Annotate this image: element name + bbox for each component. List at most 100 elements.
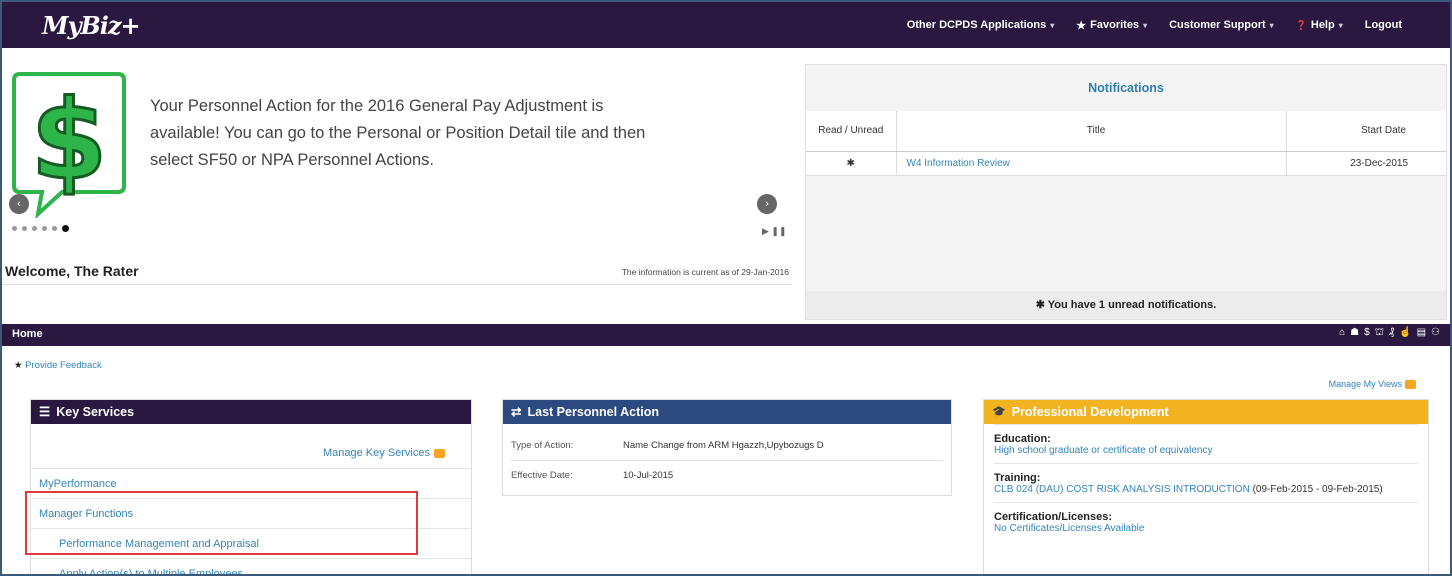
top-navigation-bar: MyBiz+ Other DCPDS Applications ▾ ★ Favo… <box>2 2 1450 48</box>
professional-development-panel: 🎓 Professional Development Education: Hi… <box>983 399 1429 574</box>
nav-customer-support[interactable]: Customer Support ▾ <box>1169 19 1274 31</box>
chevron-down-icon: ▾ <box>1143 20 1148 30</box>
graduation-cap-icon: 🎓 <box>992 406 1006 418</box>
user-icon[interactable]: ☗ <box>1350 327 1359 340</box>
comment-icon <box>434 448 445 458</box>
carousel-dot-active[interactable] <box>62 225 69 232</box>
key-service-performance-management[interactable]: Performance Management and Appraisal <box>31 528 471 558</box>
nav-logout-label: Logout <box>1364 19 1402 31</box>
table-row: ✱ W4 Information Review 23-Dec-2015 <box>806 151 1446 176</box>
provide-feedback-link[interactable]: ★ Provide Feedback <box>14 360 102 371</box>
notifications-title: Notifications <box>1088 81 1164 95</box>
home-icon[interactable]: ⌂ <box>1339 327 1345 340</box>
document-icon[interactable]: ▤ <box>1417 327 1426 340</box>
nav-favorites[interactable]: ★ Favorites ▾ <box>1076 19 1147 32</box>
unread-notifications-summary: ✱ You have 1 unread notifications. <box>806 291 1446 319</box>
key-service-apply-actions[interactable]: Apply Action(s) to Multiple Employees <box>31 558 471 574</box>
chevron-down-icon: ▾ <box>1050 20 1055 30</box>
nav-help[interactable]: ❓ Help ▾ <box>1296 19 1343 31</box>
asterisk-icon: ✱ <box>1035 299 1045 311</box>
chevron-down-icon: ▾ <box>1269 20 1274 30</box>
column-header-read-unread[interactable]: Read / Unread <box>806 111 897 152</box>
manage-key-services-link[interactable]: Manage Key Services <box>31 424 471 468</box>
certification-link[interactable]: No Certificates/Licenses Available <box>994 523 1418 535</box>
data-current-as-of: The information is current as of 29-Jan-… <box>621 267 789 277</box>
notification-start-date: 23-Dec-2015 <box>1285 151 1446 176</box>
type-of-action-row: Type of Action: Name Change from ARM Hga… <box>511 430 943 460</box>
provide-feedback-label: Provide Feedback <box>25 360 102 371</box>
certification-label: Certification/Licenses: <box>994 511 1112 523</box>
org-chart-icon[interactable]: ⚇ <box>1431 327 1440 340</box>
mybiz-logo[interactable]: MyBiz+ <box>42 11 141 40</box>
carousel-next-button[interactable]: › <box>757 194 777 214</box>
nav-other-dcpds-applications[interactable]: Other DCPDS Applications ▾ <box>907 19 1055 31</box>
carousel-dot[interactable] <box>42 226 47 231</box>
notification-link[interactable]: W4 Information Review <box>907 158 1010 169</box>
help-icon: ❓ <box>1295 19 1307 30</box>
education-section: Education: High school graduate or certi… <box>994 424 1418 463</box>
page-title: Home <box>12 328 43 340</box>
nav-customer-support-label: Customer Support <box>1169 19 1266 31</box>
notifications-table: Read / Unread Title Start Date ✱ W4 Info… <box>806 111 1446 176</box>
manage-key-services-label: Manage Key Services <box>323 447 430 459</box>
last-personnel-action-panel: ⇄ Last Personnel Action Type of Action: … <box>502 399 952 496</box>
thumbs-up-icon[interactable]: ☝ <box>1399 327 1411 340</box>
training-course-link[interactable]: CLB 024 (DAU) COST RISK ANALYSIS INTRODU… <box>994 484 1250 495</box>
star-icon: ★ <box>14 360 23 371</box>
education-label: Education: <box>994 433 1051 445</box>
training-dates: (09-Feb-2015 - 09-Feb-2015) <box>1249 484 1383 495</box>
graduation-icon[interactable]: ⛫ <box>1375 327 1384 340</box>
nav-other-dcpds-label: Other DCPDS Applications <box>906 19 1047 31</box>
welcome-message: Welcome, The Rater <box>5 263 139 279</box>
announcement-carousel: $ Your Personnel Action for the 2016 Gen… <box>2 48 797 320</box>
dollar-icon[interactable]: $ <box>1364 327 1370 340</box>
training-section: Training: CLB 024 (DAU) COST RISK ANALYS… <box>994 463 1418 502</box>
carousel-dot[interactable] <box>32 226 37 231</box>
quick-links-toolbar: ⌂ ☗ $ ⛫ ₰ ☝ ▤ ⚇ <box>1339 327 1440 340</box>
key-service-myperformance[interactable]: MyPerformance <box>31 468 471 498</box>
key-services-header: ☰ Key Services <box>31 400 471 424</box>
certification-section: Certification/Licenses: No Certificates/… <box>994 502 1418 541</box>
effective-date-label: Effective Date: <box>511 470 573 481</box>
training-label: Training: <box>994 472 1041 484</box>
nav-favorites-label: Favorites <box>1090 19 1140 31</box>
column-header-start-date[interactable]: Start Date <box>1285 111 1446 152</box>
nav-help-label: Help <box>1310 19 1335 31</box>
nav-logout[interactable]: Logout <box>1365 19 1402 31</box>
carousel-prev-button[interactable]: ‹ <box>9 194 29 214</box>
carousel-play-pause-button[interactable]: ▶ ❚❚ <box>762 226 787 237</box>
last-personnel-action-header: ⇄ Last Personnel Action <box>503 400 951 424</box>
chevron-right-icon: › <box>765 198 769 210</box>
carousel-dot[interactable] <box>12 226 17 231</box>
unread-icon: ✱ <box>806 151 897 176</box>
manage-my-views-label: Manage My Views <box>1328 379 1402 389</box>
pay-icon[interactable]: ₰ <box>1389 327 1394 340</box>
key-service-manager-functions[interactable]: Manager Functions <box>31 498 471 528</box>
manage-my-views-link[interactable]: Manage My Views <box>1329 379 1416 389</box>
key-services-title: Key Services <box>56 405 135 419</box>
personnel-action-icon: ⇄ <box>511 405 522 419</box>
column-header-title[interactable]: Title <box>896 111 1286 152</box>
type-of-action-value: Name Change from ARM Hgazzh,Upybozugs D <box>623 439 824 451</box>
carousel-dot[interactable] <box>52 226 57 231</box>
key-services-panel: ☰ Key Services Manage Key Services MyPer… <box>30 399 472 574</box>
app-frame: MyBiz+ Other DCPDS Applications ▾ ★ Favo… <box>0 0 1452 576</box>
carousel-indicators <box>12 225 69 232</box>
star-icon: ★ <box>1076 19 1087 32</box>
unread-count-text: You have 1 unread notifications. <box>1047 299 1217 311</box>
professional-development-header: 🎓 Professional Development <box>984 400 1428 424</box>
carousel-dot[interactable] <box>22 226 27 231</box>
home-bar: Home ⌂ ☗ $ ⛫ ₰ ☝ ▤ ⚇ <box>2 324 1450 346</box>
nav-menu: Other DCPDS Applications ▾ ★ Favorites ▾… <box>907 2 1402 48</box>
table-header-row: Read / Unread Title Start Date <box>806 111 1446 152</box>
last-personnel-action-title: Last Personnel Action <box>527 405 659 419</box>
grid-icon: ☰ <box>39 405 51 419</box>
divider <box>2 284 792 285</box>
type-of-action-label: Type of Action: <box>511 439 574 451</box>
banner-message: Your Personnel Action for the 2016 Gener… <box>150 97 646 169</box>
effective-date-value: 10-Jul-2015 <box>623 470 674 481</box>
education-link[interactable]: High school graduate or certificate of e… <box>994 445 1418 457</box>
chevron-left-icon: ‹ <box>17 198 21 210</box>
effective-date-row: Effective Date: 10-Jul-2015 <box>511 460 943 490</box>
dollar-speech-bubble-icon: $ <box>12 72 126 218</box>
